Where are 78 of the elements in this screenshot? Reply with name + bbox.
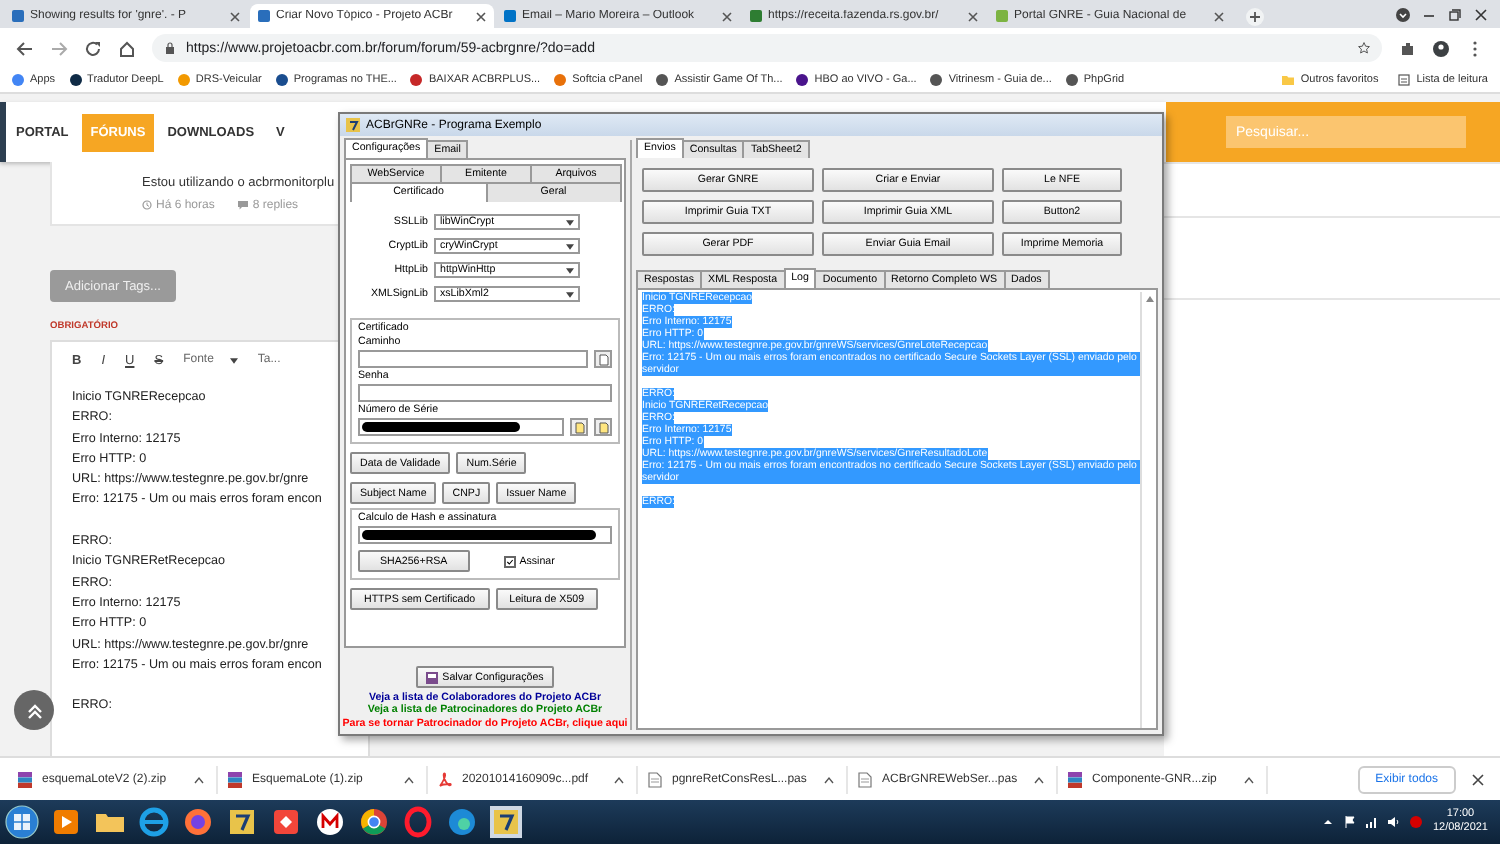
archive-icon — [18, 771, 32, 787]
home-icon[interactable] — [118, 39, 136, 57]
pdf-icon — [438, 771, 452, 787]
profile-icon[interactable] — [1432, 39, 1450, 57]
chevron-up-icon[interactable] — [194, 775, 204, 783]
network-icon[interactable] — [1366, 816, 1379, 828]
extensions-icon[interactable] — [1398, 39, 1416, 57]
close-icon[interactable] — [476, 11, 486, 21]
app-icon — [346, 118, 360, 132]
close-icon[interactable] — [1214, 11, 1224, 21]
star-icon[interactable] — [1358, 42, 1370, 54]
application-icon[interactable] — [488, 804, 524, 840]
document-icon — [858, 771, 872, 787]
folder-icon — [1282, 74, 1295, 86]
bookmark-icon — [656, 74, 669, 86]
dropdown-arrow-icon — [566, 219, 574, 225]
input-field[interactable] — [358, 418, 564, 436]
scroll-up-icon[interactable] — [1145, 296, 1153, 302]
input-field[interactable] — [358, 384, 612, 402]
bookmark-icon — [275, 74, 288, 86]
close-icon[interactable] — [968, 11, 978, 21]
input-field[interactable] — [358, 526, 612, 544]
application-icon[interactable] — [224, 804, 260, 840]
bookmark-icon — [930, 74, 943, 86]
bookmark-icon — [1065, 74, 1078, 86]
browser-icon[interactable] — [356, 804, 392, 840]
archive-icon — [228, 771, 242, 787]
speech-bubble-icon — [238, 200, 249, 210]
input-field[interactable] — [358, 350, 588, 368]
lock-icon — [164, 42, 176, 54]
favicon-icon — [750, 10, 762, 22]
close-icon[interactable] — [230, 11, 240, 21]
chevron-up-icon[interactable] — [404, 775, 414, 783]
archive-icon — [1068, 771, 1082, 787]
chevron-up-icon[interactable] — [614, 775, 624, 783]
bookmark-icon — [12, 74, 24, 86]
save-settings-icon — [426, 671, 439, 684]
close-icon[interactable] — [1474, 7, 1488, 21]
clock-icon — [142, 200, 152, 210]
favicon-icon — [12, 10, 24, 22]
application-icon[interactable] — [268, 804, 304, 840]
bookmark-icon — [410, 74, 423, 86]
tab-search-icon[interactable] — [1396, 7, 1410, 21]
chevron-up-icon[interactable] — [1244, 775, 1254, 783]
dropdown-arrow-icon — [566, 243, 574, 249]
log-memo[interactable] — [636, 288, 1158, 730]
document-icon — [648, 771, 662, 787]
document-icon — [597, 353, 609, 365]
start-button[interactable] — [4, 804, 40, 840]
favicon-icon — [258, 10, 270, 22]
reload-icon[interactable] — [84, 39, 102, 57]
chevron-up-icon[interactable] — [824, 775, 834, 783]
bookmark-icon — [796, 74, 809, 86]
list-icon — [1398, 74, 1411, 86]
dropdown-arrow-icon — [229, 357, 238, 363]
restore-icon[interactable] — [1448, 7, 1462, 21]
volume-icon[interactable] — [1388, 816, 1401, 828]
bookmark-icon — [554, 74, 567, 86]
bookmark-icon — [177, 74, 190, 86]
chevron-up-icon[interactable] — [1034, 775, 1044, 783]
media-player-icon[interactable] — [48, 804, 84, 840]
browser-icon[interactable] — [444, 804, 480, 840]
close-icon[interactable] — [1472, 773, 1484, 785]
new-tab-icon[interactable] — [1246, 8, 1264, 26]
flag-icon[interactable] — [1344, 816, 1357, 828]
browser-icon[interactable] — [180, 804, 216, 840]
bookmark-icon — [69, 74, 82, 86]
back-icon[interactable] — [16, 39, 34, 57]
dropdown-arrow-icon — [566, 291, 574, 297]
scroll-to-top-button[interactable] — [14, 690, 54, 730]
favicon-icon — [504, 10, 516, 22]
double-chevron-up-icon — [25, 701, 43, 719]
favicon-icon — [996, 10, 1008, 22]
chevron-up-icon[interactable] — [1322, 816, 1335, 828]
checkbox[interactable] — [503, 555, 516, 567]
browse-button[interactable] — [594, 350, 612, 368]
dropdown-arrow-icon — [566, 267, 574, 273]
close-icon[interactable] — [722, 11, 732, 21]
